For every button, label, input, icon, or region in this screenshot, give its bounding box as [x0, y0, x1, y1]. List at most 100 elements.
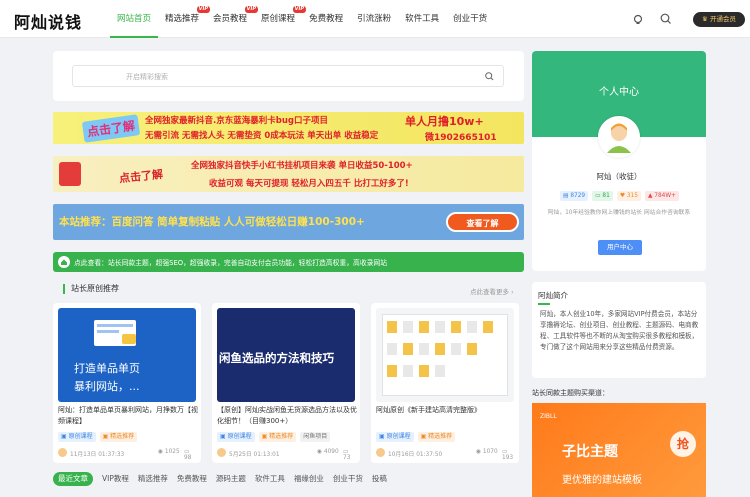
nav-label: 免费教程 [309, 14, 344, 24]
tag-label: 原创课程 [386, 433, 411, 440]
theme-name: 子比主题 [562, 444, 618, 460]
stat-value: 8729 [570, 193, 586, 199]
file-grid-illustration [382, 314, 508, 396]
view-count-value: 1025 [164, 449, 180, 455]
banner-click-label: 点击了解 [118, 167, 164, 186]
stat-value: 81 [602, 193, 610, 199]
post-category-tabs: 最近文章 VIP教程 精选推荐 免费教程 源码主题 软件工具 福缘创业 创业干货… [53, 472, 387, 486]
more-label: 点此查看更多 [470, 288, 509, 296]
tag-label: 精选推荐 [428, 433, 453, 440]
tab-fuyuan[interactable]: 福缘创业 [294, 472, 324, 486]
comment-count-value: 98 [184, 455, 192, 461]
nav-label: 精选推荐 [165, 14, 200, 24]
title-underline [538, 303, 550, 305]
post-thumbnail[interactable]: 打造单品单页 暴利网站，... [58, 308, 196, 402]
banner-line: 全网独家抖音快手小红书挂机项目来袭 单日收益50-100+ [191, 161, 413, 171]
avatar[interactable] [598, 116, 640, 158]
chevron-right-icon: › [509, 288, 514, 296]
ad-banner-hangup-project[interactable]: 点击了解 全网独家抖音快手小红书挂机项目来袭 单日收益50-100+ 收益可观 … [53, 156, 524, 192]
section-title: 站长原创推荐 [63, 284, 119, 294]
tag-original[interactable]: ▣ 原创课程 [376, 432, 414, 442]
nav-label: 创业干货 [453, 14, 488, 24]
tab-startup[interactable]: 创业干货 [333, 472, 363, 486]
profile-header-title: 个人中心 [599, 87, 639, 98]
view-count: ◉ 1070 [476, 449, 498, 455]
nav-item-tools[interactable]: 软件工具 [398, 0, 446, 38]
banner-click-label: 点击了解 [81, 114, 141, 143]
nav-item-free-courses[interactable]: 免费教程 [302, 0, 350, 38]
author-avatar[interactable] [58, 448, 67, 457]
folder-icon: ▣ [61, 433, 69, 440]
view-count-value: 4090 [323, 449, 339, 455]
nav-item-original-courses[interactable]: 原创课程 VIP [254, 0, 307, 38]
post-card[interactable]: 闲鱼选品的方法和技巧 【原创】阿灿实战闲鱼无货源选品方法以及优化细节！（目赚30… [212, 303, 360, 463]
nav-item-startup[interactable]: 创业干货 [446, 0, 494, 38]
grab-badge: 抢 [670, 431, 696, 457]
tab-vip[interactable]: VIP教程 [102, 472, 129, 486]
tab-featured[interactable]: 精选推荐 [138, 472, 168, 486]
browser-illustration [94, 320, 136, 346]
eye-icon: ◉ [158, 449, 165, 455]
post-title[interactable]: 阿灿原创《新手建站高清完整版》 [376, 405, 516, 416]
nav-label: 会员教程 [213, 14, 248, 24]
gift-icon [59, 162, 81, 186]
post-tags: ▣ 原创课程 ▣ 精选推荐 [58, 432, 138, 442]
post-card[interactable]: 阿灿原创《新手建站高清完整版》 ▣ 原创课程 ▣ 精选推荐 10月16日 01:… [371, 303, 519, 463]
section-more-link[interactable]: 点此查看更多 › [470, 286, 514, 296]
stat-value: 315 [626, 193, 638, 199]
post-thumbnail[interactable]: 闲鱼选品的方法和技巧 [217, 308, 355, 402]
theme-toggle-icon[interactable] [631, 12, 645, 26]
post-date: 10月16日 01:37:50 [388, 452, 443, 458]
tag-xianyu[interactable]: 闲鱼项目 [300, 432, 331, 442]
view-count-value: 1070 [482, 449, 498, 455]
banner-line: 本站推荐：百度问答 简单复制粘贴 人人可做轻松日赚100-300+ [59, 216, 365, 228]
site-logo[interactable]: 阿灿说钱 [14, 9, 82, 33]
tag-original[interactable]: ▣ 原创课程 [58, 432, 96, 442]
tab-submit[interactable]: 投稿 [372, 472, 387, 486]
intro-title: 阿灿简介 [538, 291, 568, 300]
nav-label: 原创课程 [261, 14, 296, 24]
tag-original[interactable]: ▣ 原创课程 [217, 432, 255, 442]
nav-item-featured[interactable]: 精选推荐 VIP [158, 0, 211, 38]
user-center-button[interactable]: 用户中心 [598, 240, 642, 255]
profile-stats: ▤ 8729 ▭ 81 ♥ 315 ▲ 784W+ [560, 191, 679, 201]
search-icon[interactable] [484, 71, 495, 82]
comment-count: ▭ 73 [343, 449, 355, 461]
stat-views: ▲ 784W+ [644, 191, 679, 201]
tab-free[interactable]: 免费教程 [177, 472, 207, 486]
tab-source-themes[interactable]: 源码主题 [216, 472, 246, 486]
profile-bio: 阿灿，10年经验教你网上赚钱的站长 网站合作咨询联系 [547, 210, 691, 216]
nav-label: 软件工具 [405, 14, 440, 24]
top-header: 阿灿说钱 网站首页 精选推荐 VIP 会员教程 VIP 原创课程 VIP 免费教程 引… [0, 0, 750, 38]
author-avatar[interactable] [376, 448, 385, 457]
ad-banner-douyin-jd[interactable]: 点击了解 全网独家最新抖音.京东蓝海暴利卡bug口子项目 无需引流 无需找人头 … [53, 112, 524, 144]
post-title[interactable]: 阿灿：打造单品单页暴利网站，月挣数万【视频课程】 [58, 405, 198, 427]
search-input[interactable]: 开启精彩搜索 [72, 65, 504, 87]
tab-recent[interactable]: 最近文章 [53, 472, 93, 486]
theme-ad-banner[interactable]: ZIBLL 子比主题 更优雅的建站模板 抢 [532, 403, 706, 497]
tab-tools[interactable]: 软件工具 [255, 472, 285, 486]
thumbnail-text: 暴利网站，... [74, 380, 140, 393]
search-icon[interactable] [659, 12, 673, 26]
ad-banner-baidu-qa[interactable]: 本站推荐：百度问答 简单复制粘贴 人人可做轻松日赚100-300+ 查看了解 [53, 204, 524, 240]
theme-purchase-title: 站长同款主题购买渠道： [532, 389, 609, 397]
stat-value: 784W+ [654, 193, 676, 199]
nav-item-vip-courses[interactable]: 会员教程 VIP [206, 0, 259, 38]
banner-cta-button[interactable]: 查看了解 [446, 212, 519, 232]
banner-line: 无需引流 无需找人头 无需垫资 0成本玩法 单天出单 收益稳定 [145, 131, 379, 141]
nav-item-traffic[interactable]: 引流涨粉 [350, 0, 398, 38]
author-avatar[interactable] [217, 448, 226, 457]
post-card[interactable]: 打造单品单页 暴利网站，... 阿灿：打造单品单页暴利网站，月挣数万【视频课程】… [53, 303, 201, 463]
post-thumbnail[interactable] [376, 308, 514, 402]
tag-featured[interactable]: ▣ 精选推荐 [99, 432, 138, 442]
thumbnail-text: 打造单品单页 [74, 362, 140, 375]
profile-name[interactable]: 阿灿（收徒） [532, 171, 706, 182]
post-title[interactable]: 【原创】阿灿实战闲鱼无货源选品方法以及优化细节！（目赚300+） [217, 405, 357, 427]
open-vip-button[interactable]: ♛ 开通会员 [693, 12, 745, 27]
tag-featured[interactable]: ▣ 精选推荐 [258, 432, 297, 442]
stat-posts: ▤ 8729 [560, 191, 589, 201]
post-tags: ▣ 原创课程 ▣ 精选推荐 [376, 432, 456, 442]
tag-featured[interactable]: ▣ 精选推荐 [417, 432, 456, 442]
nav-item-home[interactable]: 网站首页 [110, 0, 159, 38]
notice-bar[interactable]: 点此查看：站长同款主题，超强SEO，超强收录，完善自动支付会员功能，轻松打造高权… [53, 252, 524, 272]
